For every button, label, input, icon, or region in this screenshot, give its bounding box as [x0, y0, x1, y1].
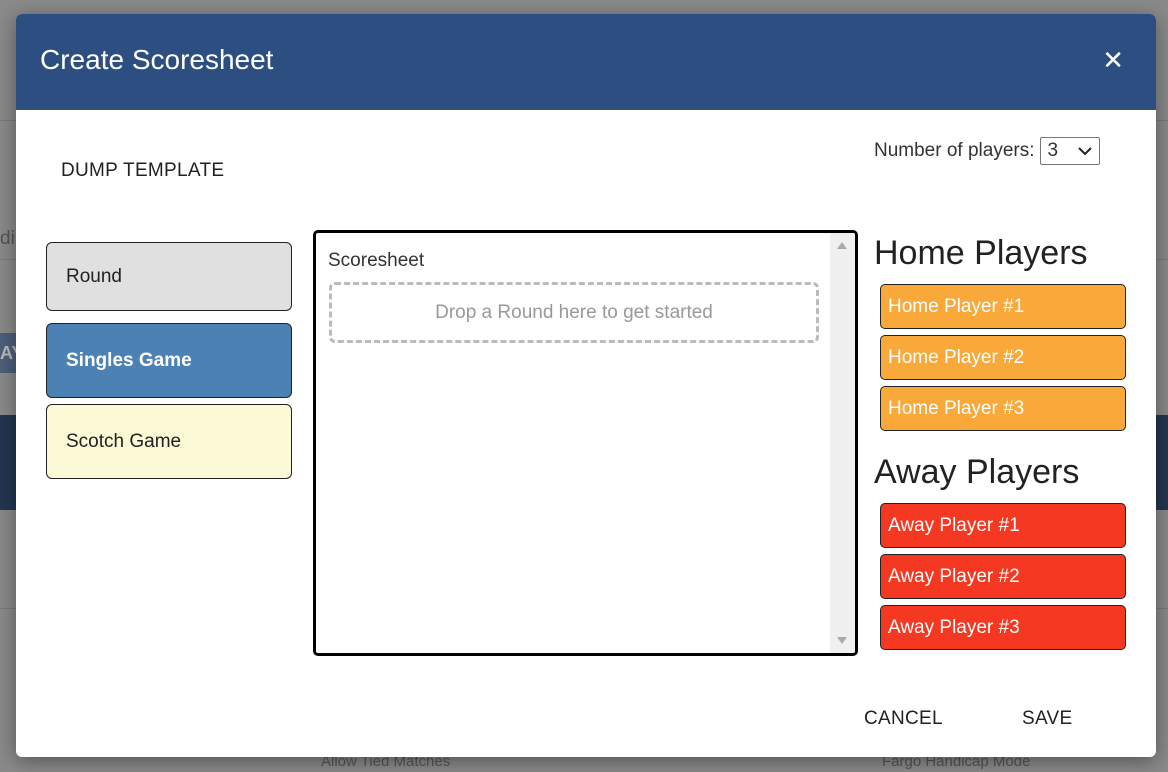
create-scoresheet-dialog: Create Scoresheet ✕ DUMP TEMPLATE Number…	[16, 14, 1156, 757]
away-player-2[interactable]: Away Player #2	[880, 554, 1126, 599]
dump-template-button[interactable]: DUMP TEMPLATE	[61, 160, 224, 182]
home-players-heading: Home Players	[874, 234, 1088, 272]
cancel-button[interactable]: CANCEL	[864, 708, 943, 730]
save-button[interactable]: SAVE	[1022, 708, 1072, 730]
home-player-2[interactable]: Home Player #2	[880, 335, 1126, 380]
chevron-down-icon	[1077, 146, 1092, 155]
palette-item-label: Round	[66, 265, 122, 287]
palette-item-round[interactable]: Round	[46, 242, 292, 311]
number-of-players-label: Number of players:	[874, 140, 1035, 161]
scrollbar[interactable]	[830, 233, 855, 653]
number-of-players: Number of players: 3	[874, 137, 1100, 165]
home-player-1[interactable]: Home Player #1	[880, 284, 1126, 329]
palette-item-label: Scotch Game	[66, 430, 182, 452]
home-player-3[interactable]: Home Player #3	[880, 386, 1126, 431]
scroll-down-icon[interactable]	[837, 637, 847, 644]
selected-value: 3	[1047, 140, 1059, 161]
away-player-1[interactable]: Away Player #1	[880, 503, 1126, 548]
background-button: AY	[0, 333, 16, 373]
close-icon[interactable]: ✕	[1102, 46, 1124, 74]
palette-item-label: Singles Game	[66, 349, 192, 371]
scoresheet-dropzone[interactable]: Scoresheet Drop a Round here to get star…	[313, 230, 858, 656]
away-player-3[interactable]: Away Player #3	[880, 605, 1126, 650]
away-players-heading: Away Players	[874, 453, 1080, 491]
background-text: di	[0, 228, 15, 249]
drop-placeholder: Drop a Round here to get started	[435, 301, 713, 323]
scoresheet-label: Scoresheet	[328, 250, 425, 271]
palette-item-scotch-game[interactable]: Scotch Game	[46, 404, 292, 479]
palette-item-singles-game[interactable]: Singles Game	[46, 323, 292, 398]
round-drop-target[interactable]: Drop a Round here to get started	[329, 282, 819, 343]
dialog-title: Create Scoresheet	[40, 44, 274, 75]
scroll-up-icon[interactable]	[837, 242, 847, 249]
number-of-players-select[interactable]: 3	[1039, 137, 1100, 165]
dialog-header: Create Scoresheet ✕	[16, 14, 1156, 110]
